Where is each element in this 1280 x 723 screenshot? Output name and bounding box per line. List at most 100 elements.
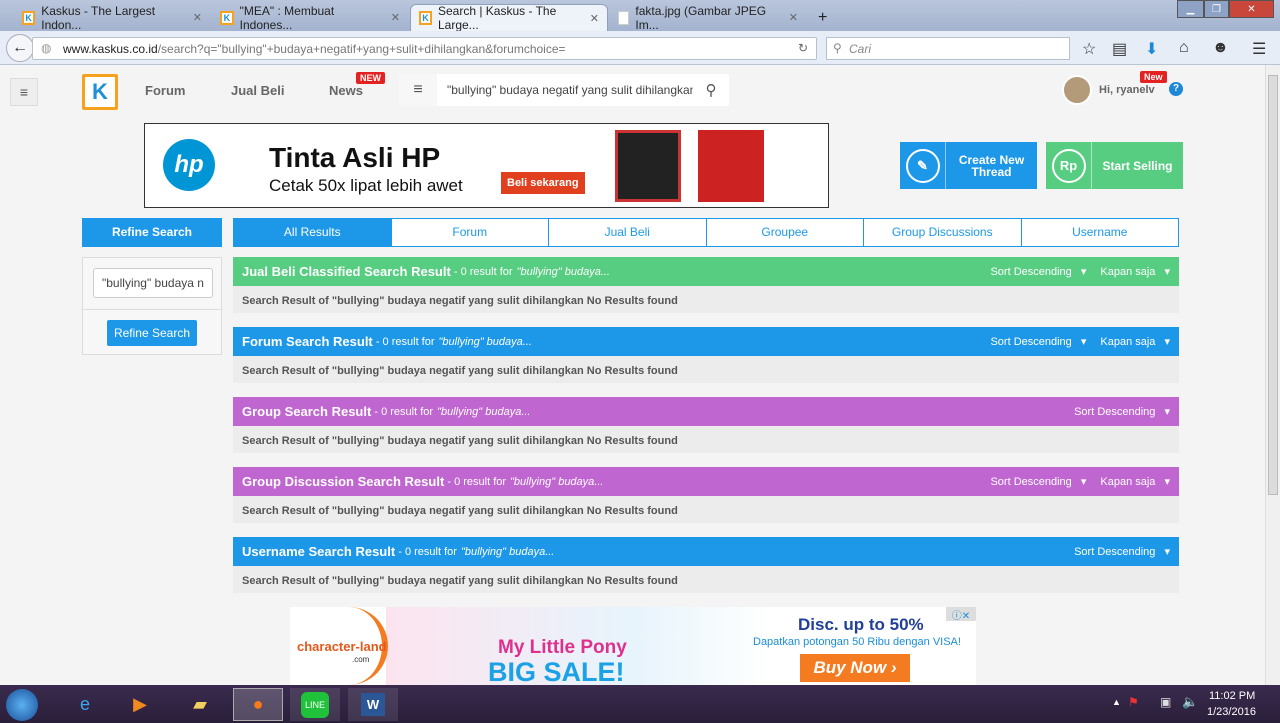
menu-icon[interactable]: ☰ bbox=[1252, 39, 1266, 59]
browser-tab[interactable]: K Kaskus - The Largest Indon... ✕ bbox=[14, 4, 210, 32]
result-section: Username Search Result - 0 result for "b… bbox=[233, 537, 1179, 593]
section-count: - 0 result for bbox=[375, 335, 435, 348]
kaskus-search: ≡ ⚲ bbox=[399, 74, 729, 106]
globe-icon: ◍ bbox=[41, 41, 52, 55]
user-greeting[interactable]: Hi, ryanelv bbox=[1099, 84, 1155, 96]
pencil-icon: ✎ bbox=[905, 148, 940, 183]
media-player-icon[interactable]: ▶ bbox=[115, 688, 165, 721]
search-icon: ⚲ bbox=[833, 41, 842, 55]
nav-jual-beli[interactable]: Jual Beli bbox=[231, 83, 284, 98]
clock-date[interactable]: 1/23/2016 bbox=[1207, 706, 1256, 718]
tab-title: Search | Kaskus - The Large... bbox=[437, 4, 557, 32]
create-new-thread-button[interactable]: ✎ Create New Thread bbox=[900, 142, 1037, 189]
show-hidden-icons[interactable]: ▲ bbox=[1112, 697, 1121, 707]
clock-time[interactable]: 11:02 PM bbox=[1209, 690, 1255, 702]
time-filter-dropdown[interactable]: Kapan saja bbox=[1100, 475, 1170, 488]
close-icon[interactable]: ✕ bbox=[590, 12, 599, 25]
back-button[interactable]: ← bbox=[6, 34, 34, 62]
section-body: Search Result of "bullying" budaya negat… bbox=[233, 496, 1179, 523]
section-body: Search Result of "bullying" budaya negat… bbox=[233, 356, 1179, 383]
section-body: Search Result of "bullying" budaya negat… bbox=[233, 566, 1179, 593]
button-label: Start Selling bbox=[1102, 158, 1173, 173]
close-icon[interactable]: ✕ bbox=[193, 11, 202, 24]
reload-icon[interactable]: ↻ bbox=[798, 41, 808, 55]
result-section: Group Discussion Search Result - 0 resul… bbox=[233, 467, 1179, 523]
sort-dropdown[interactable]: Sort Descending bbox=[1074, 545, 1170, 558]
sort-dropdown[interactable]: Sort Descending bbox=[990, 335, 1086, 348]
refine-search-panel: Refine Search bbox=[82, 257, 222, 355]
sort-dropdown[interactable]: Sort Descending bbox=[1074, 405, 1170, 418]
search-icon[interactable]: ⚲ bbox=[693, 81, 729, 99]
buy-now-button[interactable]: Buy Now › bbox=[800, 654, 910, 682]
section-query: "bullying" budaya... bbox=[460, 545, 555, 558]
windows-taskbar: e ▶ ▰ ● LINE W ▲ ⚑ ▣ 🔈 11:02 PM 1/23/201… bbox=[0, 685, 1280, 723]
new-tab-button[interactable]: + bbox=[810, 4, 835, 31]
browser-tab[interactable]: fakta.jpg (Gambar JPEG Im... ✕ bbox=[610, 4, 806, 32]
news-new-badge: NEW bbox=[356, 72, 385, 84]
browser-tab[interactable]: K "MEA" : Membuat Indones... ✕ bbox=[212, 4, 408, 32]
section-count: - 0 result for bbox=[453, 265, 513, 278]
reading-list-icon[interactable]: ▤ bbox=[1112, 39, 1127, 59]
ad-title: My Little Pony bbox=[498, 637, 627, 658]
refine-search-input[interactable] bbox=[93, 268, 213, 298]
browser-tab-active[interactable]: K Search | Kaskus - The Large... ✕ bbox=[410, 4, 608, 32]
start-button[interactable] bbox=[6, 688, 38, 721]
nav-news[interactable]: News bbox=[329, 83, 363, 98]
search-category-menu-icon[interactable]: ≡ bbox=[399, 74, 437, 106]
time-filter-dropdown[interactable]: Kapan saja bbox=[1100, 335, 1170, 348]
ink-cartridge-image bbox=[615, 130, 681, 202]
close-icon[interactable]: ✕ bbox=[391, 11, 400, 24]
kaskus-search-input[interactable] bbox=[437, 83, 693, 97]
tab-group-discussions[interactable]: Group Discussions bbox=[863, 219, 1021, 246]
result-section: Forum Search Result - 0 result for "bull… bbox=[233, 327, 1179, 383]
word-icon[interactable]: W bbox=[360, 693, 386, 716]
ad-close-icon[interactable]: ⓘ✕ bbox=[946, 607, 976, 622]
file-explorer-icon[interactable]: ▰ bbox=[175, 688, 225, 721]
avatar[interactable] bbox=[1062, 75, 1092, 105]
refine-search-button[interactable]: Refine Search bbox=[107, 320, 197, 346]
hamburger-menu-icon[interactable]: ≡ bbox=[10, 78, 38, 106]
action-center-icon[interactable]: ⚑ bbox=[1128, 695, 1139, 709]
section-count: - 0 result for bbox=[447, 475, 507, 488]
ad-cta[interactable]: Beli sekarang bbox=[501, 172, 585, 194]
image-favicon-icon bbox=[618, 10, 630, 25]
time-filter-dropdown[interactable]: Kapan saja bbox=[1100, 265, 1170, 278]
internet-explorer-icon[interactable]: e bbox=[60, 688, 110, 721]
result-section: Group Search Result - 0 result for "bull… bbox=[233, 397, 1179, 453]
download-icon[interactable]: ⬇ bbox=[1145, 39, 1158, 59]
tab-forum[interactable]: Forum bbox=[390, 219, 549, 246]
user-new-badge: New bbox=[1140, 71, 1167, 83]
tab-jual-beli[interactable]: Jual Beli bbox=[548, 219, 706, 246]
chat-icon[interactable]: ☻ bbox=[1212, 39, 1229, 57]
network-icon[interactable]: ▣ bbox=[1160, 695, 1171, 709]
volume-icon[interactable]: 🔈 bbox=[1182, 694, 1198, 710]
section-count: - 0 result for bbox=[374, 405, 434, 418]
help-icon[interactable]: ? bbox=[1169, 82, 1183, 96]
nav-forum[interactable]: Forum bbox=[145, 83, 185, 98]
firefox-icon[interactable]: ● bbox=[233, 688, 283, 721]
browser-search-input[interactable]: ⚲ Cari bbox=[826, 37, 1070, 60]
tab-username[interactable]: Username bbox=[1020, 219, 1179, 246]
minimize-button[interactable]: ▁ bbox=[1177, 0, 1204, 18]
kaskus-logo[interactable]: K bbox=[82, 74, 118, 110]
result-tabs: All Results Forum Jual Beli Groupee Grou… bbox=[233, 218, 1179, 247]
home-icon[interactable]: ⌂ bbox=[1179, 39, 1189, 57]
bookmark-star-icon[interactable]: ☆ bbox=[1082, 39, 1096, 59]
close-window-button[interactable]: ✕ bbox=[1229, 0, 1274, 18]
scrollbar[interactable] bbox=[1265, 65, 1280, 685]
close-icon[interactable]: ✕ bbox=[789, 11, 798, 24]
character-land-ad-banner[interactable]: character-land .com My Little Pony BIG S… bbox=[290, 607, 976, 687]
tab-all-results[interactable]: All Results bbox=[234, 219, 391, 246]
url-bar[interactable]: ◍ www.kaskus.co.id/search?q="bullying"+bu… bbox=[32, 37, 817, 60]
scrollbar-thumb[interactable] bbox=[1268, 75, 1278, 495]
tab-groupee[interactable]: Groupee bbox=[705, 219, 864, 246]
sort-dropdown[interactable]: Sort Descending bbox=[990, 265, 1086, 278]
restore-button[interactable]: ❐ bbox=[1204, 0, 1229, 18]
section-title: Forum Search Result bbox=[242, 334, 373, 349]
sort-dropdown[interactable]: Sort Descending bbox=[990, 475, 1086, 488]
hp-ad-banner[interactable]: hp Tinta Asli HP Cetak 50x lipat lebih a… bbox=[144, 123, 829, 208]
refine-search-title: Refine Search bbox=[82, 218, 222, 247]
line-icon[interactable]: LINE bbox=[300, 691, 329, 718]
browser-tab-bar: K Kaskus - The Largest Indon... ✕ K "MEA" :… bbox=[0, 0, 1280, 32]
start-selling-button[interactable]: Rp Start Selling bbox=[1046, 142, 1183, 189]
